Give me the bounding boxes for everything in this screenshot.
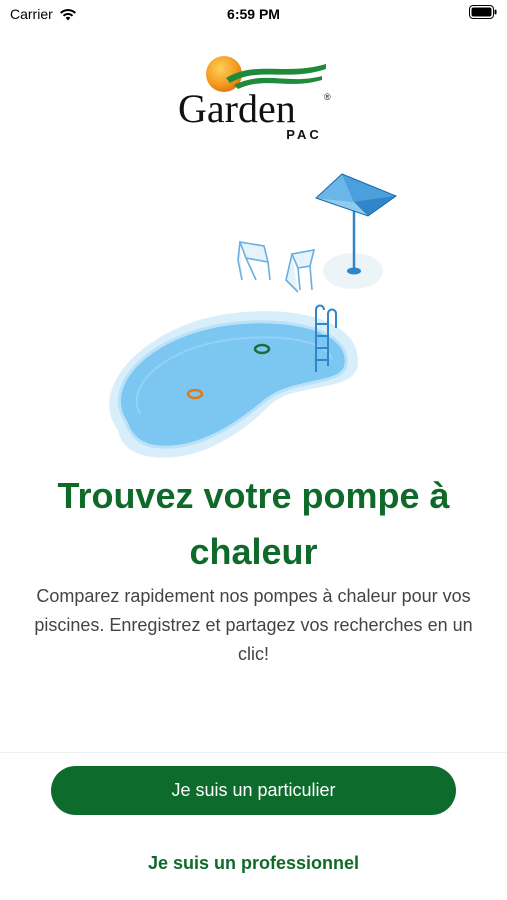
logo-brand-text: Garden	[178, 86, 296, 131]
status-bar: Carrier 6:59 PM	[0, 0, 507, 30]
status-right	[469, 5, 497, 22]
professionnel-button[interactable]: Je suis un professionnel	[51, 846, 456, 880]
particulier-button[interactable]: Je suis un particulier	[51, 766, 456, 815]
garden-pac-logo: Garden ® PAC	[178, 56, 331, 142]
chair-icon	[285, 248, 316, 293]
divider	[0, 752, 507, 753]
chair-icon	[237, 240, 271, 281]
battery-icon	[469, 5, 497, 19]
page-title: Trouvez votre pompe à chaleur	[57, 475, 450, 572]
umbrella-icon	[315, 173, 398, 217]
pool-illustration	[109, 173, 398, 458]
status-time: 6:59 PM	[227, 6, 280, 22]
logo-sub-text: PAC	[286, 127, 321, 142]
logo-registered-mark: ®	[324, 92, 331, 102]
page-description: Comparez rapidement nos pompes à chaleur…	[34, 586, 473, 664]
